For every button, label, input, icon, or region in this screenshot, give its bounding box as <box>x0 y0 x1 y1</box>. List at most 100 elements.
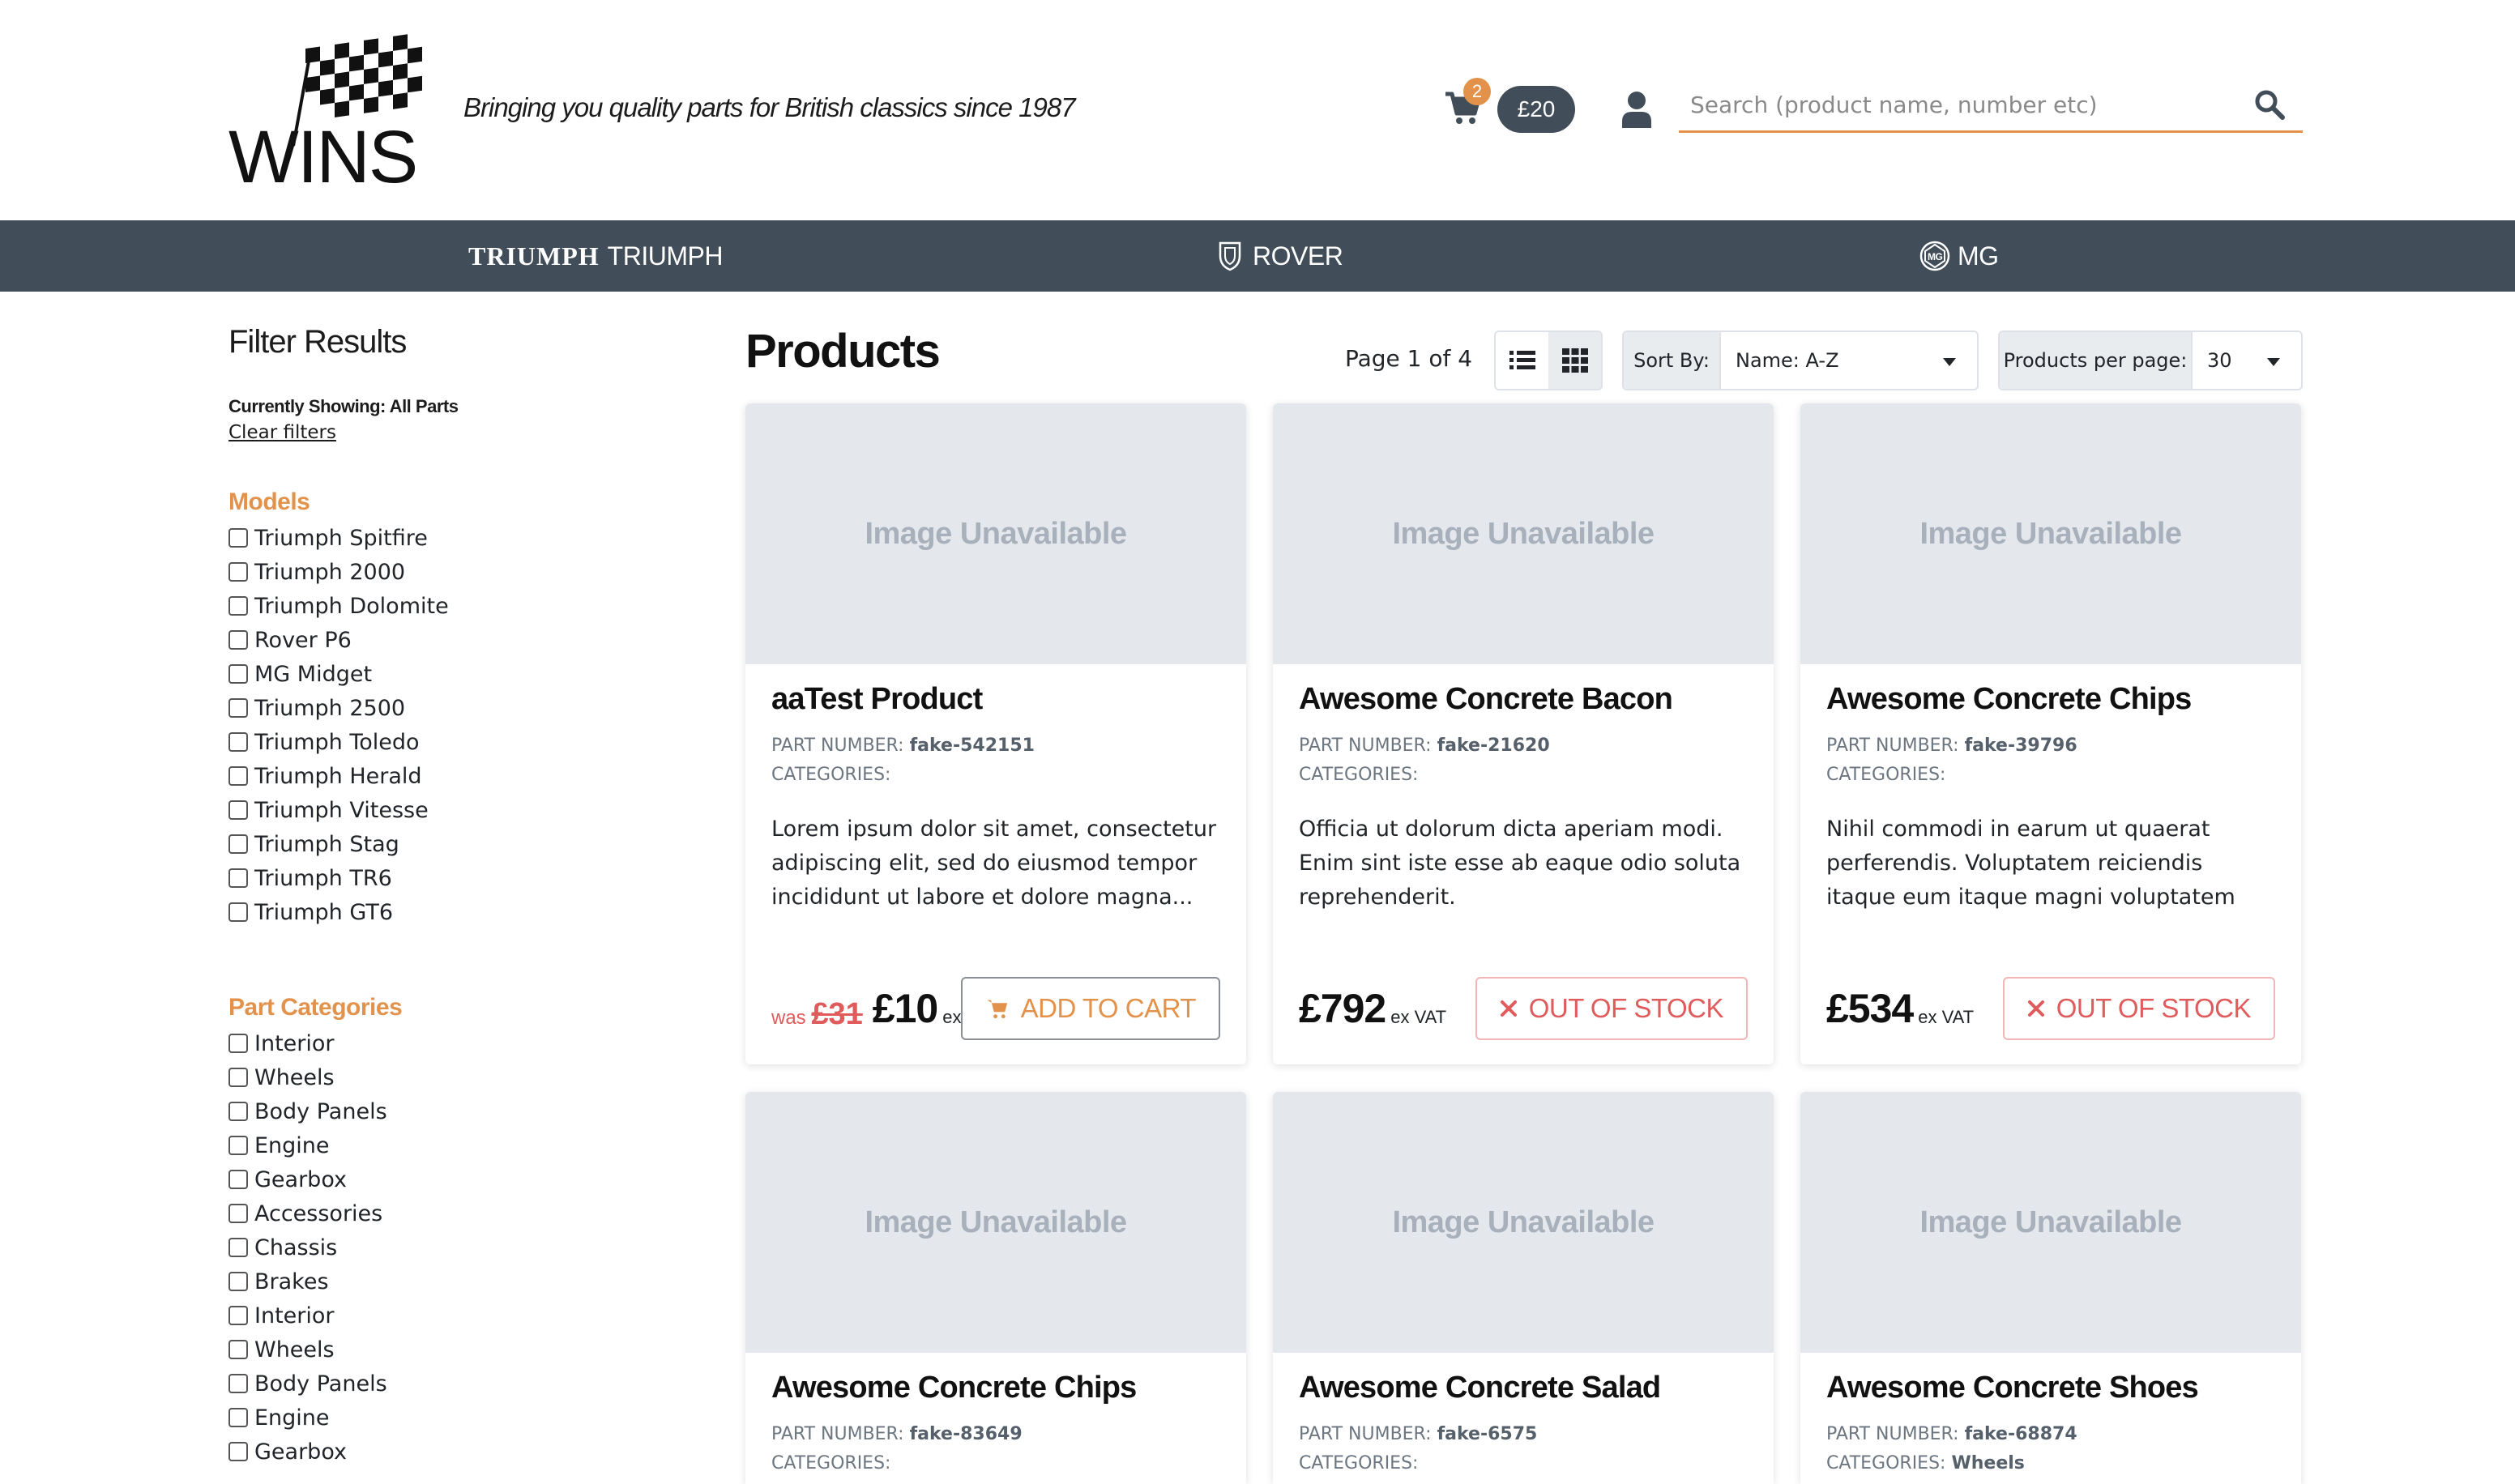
product-image-placeholder[interactable]: Image Unavailable <box>1273 1092 1774 1353</box>
model-filter-item[interactable]: Triumph Dolomite <box>228 589 682 623</box>
checkbox[interactable] <box>228 766 248 786</box>
close-icon <box>1500 1000 1518 1017</box>
part-number-value: fake-6575 <box>1437 1424 1538 1444</box>
category-filter-item[interactable]: Interior <box>228 1298 682 1333</box>
checkbox[interactable] <box>228 630 248 650</box>
model-filter-item[interactable]: Triumph TR6 <box>228 861 682 895</box>
nav-item-label: ROVER <box>1253 241 1343 271</box>
checkbox[interactable] <box>228 1102 248 1121</box>
checkbox[interactable] <box>228 698 248 718</box>
nav-item-rover[interactable]: ROVER <box>1214 220 1343 292</box>
product-card[interactable]: Image Unavailable Awesome Concrete Chips… <box>745 1092 1246 1484</box>
model-filter-item[interactable]: Triumph 2500 <box>228 691 682 725</box>
checkbox[interactable] <box>228 1306 248 1325</box>
category-label: Body Panels <box>254 1098 387 1124</box>
nav-item-mg[interactable]: MG MG <box>1919 220 1999 292</box>
checkbox[interactable] <box>228 800 248 820</box>
sort-by-select[interactable]: Name: A-Z <box>1721 332 1977 389</box>
category-filter-item[interactable]: Chassis <box>228 1230 682 1264</box>
checkbox[interactable] <box>228 562 248 582</box>
category-filter-item[interactable]: Body Panels <box>228 1367 682 1401</box>
checkbox[interactable] <box>228 528 248 548</box>
product-card[interactable]: Image Unavailable aaTest Product PART NU… <box>745 403 1246 1064</box>
category-filter-item[interactable]: Brakes <box>228 1264 682 1298</box>
out-of-stock-button[interactable]: OUT OF STOCK <box>2002 977 2275 1040</box>
products-per-page-value: 30 <box>2207 349 2232 372</box>
product-title[interactable]: Awesome Concrete Shoes <box>1826 1371 2275 1405</box>
checkbox[interactable] <box>228 1136 248 1155</box>
checkbox[interactable] <box>228 664 248 684</box>
sort-by-label: Sort By: <box>1624 332 1721 389</box>
product-footer: £534 ex VAT OUT OF STOCK <box>1826 975 2275 1042</box>
pagination-info: Page 1 of 4 <box>1345 345 1473 372</box>
model-filter-item[interactable]: Triumph 2000 <box>228 555 682 589</box>
model-filter-item[interactable]: Triumph Toledo <box>228 725 682 759</box>
product-title[interactable]: Awesome Concrete Chips <box>771 1371 1220 1405</box>
checkbox[interactable] <box>228 1238 248 1257</box>
product-title[interactable]: Awesome Concrete Salad <box>1299 1371 1748 1405</box>
checkbox[interactable] <box>228 1068 248 1087</box>
product-title[interactable]: Awesome Concrete Bacon <box>1299 682 1748 717</box>
product-price: £10 <box>872 986 938 1031</box>
product-image-placeholder[interactable]: Image Unavailable <box>1273 403 1774 664</box>
model-filter-item[interactable]: Triumph Stag <box>228 827 682 861</box>
user-account-icon[interactable] <box>1620 91 1653 128</box>
checkbox[interactable] <box>228 834 248 854</box>
checkbox[interactable] <box>228 1374 248 1393</box>
checkbox[interactable] <box>228 1340 248 1359</box>
clear-filters-link[interactable]: Clear filters <box>228 422 336 443</box>
model-filter-item[interactable]: Triumph Spitfire <box>228 521 682 555</box>
nav-item-triumph[interactable]: TRIUMPH TRIUMPH <box>468 220 723 292</box>
category-label: Engine <box>254 1405 330 1431</box>
product-card[interactable]: Image Unavailable Awesome Concrete Bacon… <box>1273 403 1774 1064</box>
checkbox[interactable] <box>228 1204 248 1223</box>
checkbox[interactable] <box>228 596 248 616</box>
grid-view-button[interactable] <box>1548 332 1601 389</box>
products-per-page-select[interactable]: 30 <box>2193 332 2301 389</box>
part-number-value: fake-542151 <box>909 736 1035 756</box>
model-filter-item[interactable]: Rover P6 <box>228 623 682 657</box>
category-filter-item[interactable]: Wheels <box>228 1333 682 1367</box>
list-view-button[interactable] <box>1496 332 1548 389</box>
category-filter-item[interactable]: Engine <box>228 1401 682 1435</box>
category-filter-item[interactable]: Wheels <box>228 1060 682 1094</box>
checkbox[interactable] <box>228 1408 248 1427</box>
out-of-stock-button[interactable]: OUT OF STOCK <box>1475 977 1748 1040</box>
category-filter-item[interactable]: Accessories <box>228 1196 682 1230</box>
model-filter-item[interactable]: Triumph GT6 <box>228 895 682 929</box>
product-card[interactable]: Image Unavailable Awesome Concrete Salad… <box>1273 1092 1774 1484</box>
category-filter-item[interactable]: Gearbox <box>228 1162 682 1196</box>
product-image-placeholder[interactable]: Image Unavailable <box>1800 1092 2301 1353</box>
product-title[interactable]: Awesome Concrete Chips <box>1826 682 2275 717</box>
category-filter-item[interactable]: Gearbox <box>228 1435 682 1469</box>
product-image-placeholder[interactable]: Image Unavailable <box>745 403 1246 664</box>
checkbox[interactable] <box>228 732 248 752</box>
category-filter-item[interactable]: Engine <box>228 1128 682 1162</box>
product-image-placeholder[interactable]: Image Unavailable <box>745 1092 1246 1353</box>
add-to-cart-button[interactable]: ADD TO CART <box>960 977 1220 1040</box>
checkbox[interactable] <box>228 1170 248 1189</box>
category-filter-item[interactable]: Body Panels <box>228 1094 682 1128</box>
checkbox[interactable] <box>228 868 248 888</box>
checkbox[interactable] <box>228 1034 248 1053</box>
category-filter-item[interactable]: Interior <box>228 1026 682 1060</box>
sort-by-group: Sort By: Name: A-Z <box>1622 330 1979 390</box>
model-filter-item[interactable]: Triumph Vitesse <box>228 793 682 827</box>
search-input[interactable] <box>1690 87 2241 122</box>
product-card[interactable]: Image Unavailable Awesome Concrete Chips… <box>1800 403 2301 1064</box>
product-image-placeholder[interactable]: Image Unavailable <box>1800 403 2301 664</box>
product-description: Nihil commodi in earum ut quaerat perfer… <box>1826 817 2235 910</box>
part-number-label: PART NUMBER: <box>771 1424 904 1444</box>
svg-text:MG: MG <box>1928 251 1942 262</box>
checkbox[interactable] <box>228 902 248 922</box>
model-filter-item[interactable]: Triumph Herald <box>228 759 682 793</box>
checkbox[interactable] <box>228 1272 248 1291</box>
search-icon[interactable] <box>2254 89 2285 120</box>
product-title[interactable]: aaTest Product <box>771 682 1220 717</box>
cart-total-button[interactable]: £20 <box>1497 86 1575 133</box>
checkbox[interactable] <box>228 1442 248 1461</box>
part-number-label: PART NUMBER: <box>1826 1424 1959 1444</box>
product-card[interactable]: Image Unavailable Awesome Concrete Shoes… <box>1800 1092 2301 1484</box>
model-filter-item[interactable]: MG Midget <box>228 657 682 691</box>
wins-logo[interactable]: WINS <box>228 32 439 186</box>
